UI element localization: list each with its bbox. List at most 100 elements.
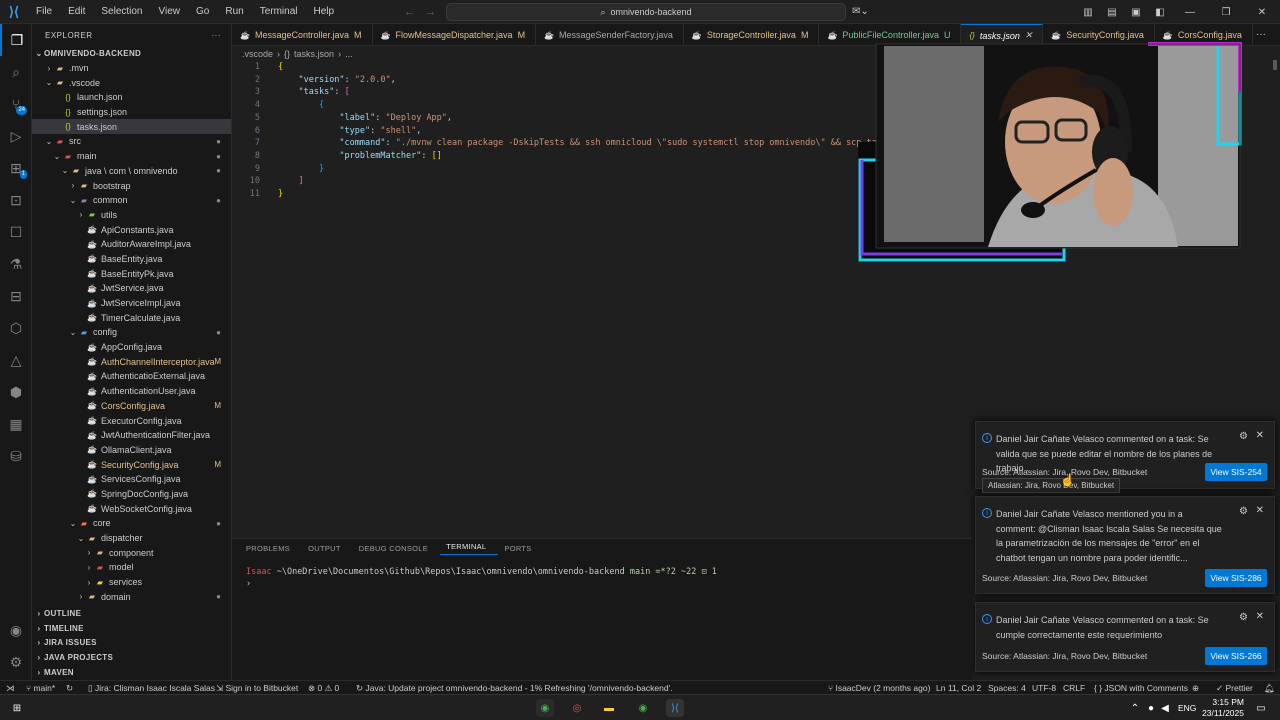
minimize-icon[interactable]: —: [1172, 7, 1208, 18]
code-line[interactable]: "tasks": [: [278, 87, 349, 97]
panel-tab-ports[interactable]: PORTS: [498, 544, 543, 553]
containers-icon[interactable]: ⊟: [0, 280, 32, 312]
file-item[interactable]: ☕ BaseEntity.java: [32, 252, 231, 267]
end-of-line[interactable]: CRLF: [1063, 681, 1085, 695]
command-center[interactable]: ⌕ omnivendo-backend: [446, 3, 846, 21]
file-explorer-icon[interactable]: ▬: [600, 699, 618, 717]
accounts-icon[interactable]: ◉: [0, 614, 32, 646]
editor-tab[interactable]: ☕ FlowMessageDispatcher.java M: [373, 24, 537, 45]
encoding[interactable]: UTF-8: [1032, 681, 1056, 695]
menu-help[interactable]: Help: [306, 0, 343, 24]
code-line[interactable]: "type": "shell",: [278, 126, 421, 136]
notification-settings-gear-icon[interactable]: ⚙: [1239, 431, 1248, 442]
kubernetes-icon[interactable]: ⬡: [0, 312, 32, 344]
menu-go[interactable]: Go: [188, 0, 217, 24]
vscode-taskbar-icon[interactable]: ⟩⟨: [666, 699, 684, 717]
file-item[interactable]: {} settings.json: [32, 105, 231, 120]
sync-icon[interactable]: ↻: [66, 681, 73, 695]
breadcrumb-item[interactable]: tasks.json: [294, 49, 334, 59]
atlassian-icon[interactable]: △: [0, 344, 32, 376]
menu-selection[interactable]: Selection: [93, 0, 150, 24]
notification-close-icon[interactable]: ✕: [1256, 505, 1264, 516]
copilot-icon[interactable]: ✉⌄: [852, 0, 869, 24]
manage-gear-icon[interactable]: ⚙: [0, 646, 32, 678]
search-view-icon[interactable]: ⌕: [0, 56, 32, 88]
remote-icon[interactable]: ⋊: [6, 681, 15, 695]
menu-run[interactable]: Run: [217, 0, 251, 24]
section-jira-issues[interactable]: › JIRA ISSUES: [32, 635, 231, 650]
java-status[interactable]: ↻ Java: Update project omnivendo-backend…: [356, 681, 673, 695]
folder-item[interactable]: ⌄ ▰ .vscode: [32, 75, 231, 90]
copilot-status-icon[interactable]: ⊕: [1192, 681, 1199, 695]
close-window-icon[interactable]: ✕: [1244, 7, 1280, 18]
maximize-icon[interactable]: ❐: [1208, 7, 1244, 18]
code-line[interactable]: "version": "2.0.0",: [278, 75, 395, 85]
editor-tab[interactable]: ☕ MessageSenderFactory.java: [536, 24, 684, 45]
file-item[interactable]: ☕ AuthenticatioExternal.java: [32, 369, 231, 384]
toggle-secondary-sidebar-icon[interactable]: ◧: [1148, 7, 1172, 18]
folder-item[interactable]: ⌄ ▰ core ●: [32, 516, 231, 531]
file-item[interactable]: ☕ ApiConstants.java: [32, 222, 231, 237]
file-item[interactable]: ☕ TimerCalculate.java: [32, 310, 231, 325]
toggle-bottom-panel-icon[interactable]: ▣: [1124, 7, 1148, 18]
panel-tab-problems[interactable]: PROBLEMS: [240, 544, 302, 553]
file-item[interactable]: ☕ AuditorAwareImpl.java: [32, 237, 231, 252]
file-item[interactable]: ☕ AuthChannelInterceptor.java M: [32, 354, 231, 369]
start-menu-icon[interactable]: ⊞: [8, 699, 26, 717]
file-item[interactable]: ☕ JwtServiceImpl.java: [32, 296, 231, 311]
file-item[interactable]: ☕ WebSocketConfig.java: [32, 501, 231, 516]
chat-icon[interactable]: ☐: [0, 216, 32, 248]
folder-item[interactable]: › ▰ bootstrap: [32, 178, 231, 193]
file-item[interactable]: {} launch.json: [32, 90, 231, 105]
git-branch[interactable]: ⑂ main*: [26, 681, 55, 695]
clock-date[interactable]: 23/11/2025: [1196, 708, 1244, 718]
jira-status[interactable]: ▯ Jira: Clisman Isaac Iscala Salas: [88, 681, 215, 695]
breadcrumb-item[interactable]: ...: [345, 49, 353, 59]
file-item[interactable]: ☕ CorsConfig.java M: [32, 399, 231, 414]
folder-item[interactable]: › ▰ model: [32, 560, 231, 575]
keyboard-language[interactable]: ENG: [1178, 703, 1196, 713]
folder-item[interactable]: ⌄ ▰ config ●: [32, 325, 231, 340]
panel-tab-debug-console[interactable]: DEBUG CONSOLE: [353, 544, 440, 553]
notification-close-icon[interactable]: ✕: [1256, 611, 1264, 622]
run-debug-icon[interactable]: ▷: [0, 120, 32, 152]
toggle-panel-icon[interactable]: ▤: [1100, 7, 1124, 18]
folder-item[interactable]: › ▰ services: [32, 575, 231, 590]
bitbucket-status[interactable]: ⇲ Sign in to Bitbucket: [216, 681, 298, 695]
folder-item[interactable]: › ▰ .mvn: [32, 61, 231, 76]
terminal-line[interactable]: Isaac ~\OneDrive\Documentos\Github\Repos…: [246, 567, 717, 577]
file-item[interactable]: ☕ AppConfig.java: [32, 340, 231, 355]
view-issue-button[interactable]: View SIS-266: [1205, 647, 1267, 665]
prettier-status[interactable]: ✓ Prettier: [1216, 681, 1253, 695]
terminal-prompt[interactable]: ›: [246, 579, 251, 589]
code-line[interactable]: }: [278, 164, 324, 174]
editor-tab[interactable]: ☕ MessageController.java M: [232, 24, 373, 45]
file-item[interactable]: ☕ JwtAuthenticationFilter.java: [32, 428, 231, 443]
section-timeline[interactable]: › TIMELINE: [32, 621, 231, 636]
file-item[interactable]: ☕ AuthenticationUser.java: [32, 384, 231, 399]
folder-item[interactable]: › ▰ utils: [32, 208, 231, 223]
source-control-icon[interactable]: ⑂ 24: [0, 88, 32, 120]
git-blame-status[interactable]: ⑂ IsaacDev (2 months ago): [828, 681, 930, 695]
menu-edit[interactable]: Edit: [60, 0, 93, 24]
problems-status[interactable]: ⊗ 0 ⚠ 0: [308, 681, 339, 695]
section-outline[interactable]: › OUTLINE: [32, 606, 231, 621]
database-icon[interactable]: ⛁: [0, 440, 32, 472]
folder-item[interactable]: ⌄ ▰ common ●: [32, 193, 231, 208]
extensions-icon[interactable]: ⊞ 1: [0, 152, 32, 184]
folder-item[interactable]: › ▰ component: [32, 545, 231, 560]
code-line[interactable]: "label": "Deploy App",: [278, 113, 452, 123]
language-mode[interactable]: { } JSON with Comments: [1094, 681, 1188, 695]
section-java-projects[interactable]: › JAVA PROJECTS: [32, 650, 231, 665]
docker-icon[interactable]: ▦: [0, 408, 32, 440]
more-actions-icon[interactable]: ···: [212, 31, 222, 40]
explorer-icon[interactable]: ❐: [0, 24, 32, 56]
clock-time[interactable]: 3:15 PM: [1202, 697, 1244, 707]
editor-tab[interactable]: ☕ StorageController.java M: [684, 24, 820, 45]
opera-icon[interactable]: ◎: [568, 699, 586, 717]
view-issue-button[interactable]: View SIS-254: [1205, 463, 1267, 481]
notification-close-icon[interactable]: ✕: [1256, 430, 1264, 441]
folder-item[interactable]: ⌄ ▰ java \ com \ omnivendo ●: [32, 164, 231, 179]
file-item[interactable]: ☕ ExecutorConfig.java: [32, 413, 231, 428]
folder-item[interactable]: ⌄ ▰ dispatcher: [32, 531, 231, 546]
